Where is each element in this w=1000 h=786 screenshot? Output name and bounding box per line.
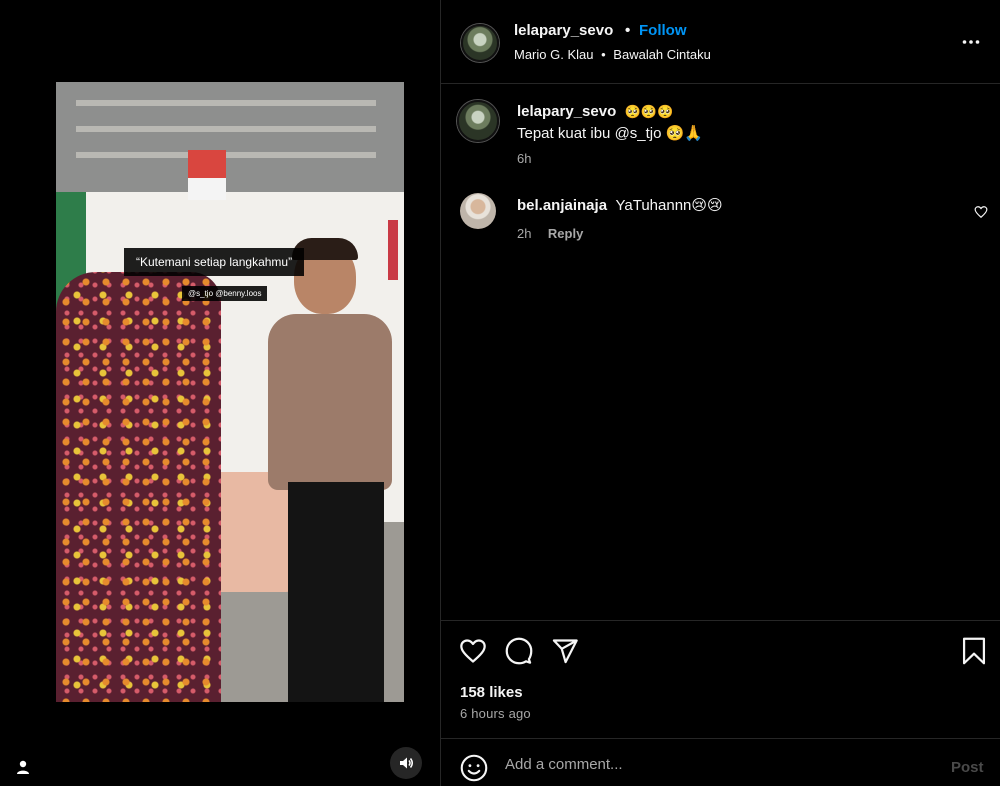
comment-emojis: 🥺🥺🥺 (624, 104, 674, 119)
heart-icon (459, 637, 487, 665)
comment-time[interactable]: 6h (517, 151, 531, 166)
audio-title[interactable]: Bawalah Cintaku (613, 47, 711, 62)
comment-like-button[interactable] (974, 205, 988, 219)
video-scene-ceiling (56, 82, 404, 192)
comment-username[interactable]: bel.anjainaja (517, 197, 607, 214)
user-tag-icon[interactable] (14, 758, 32, 776)
comment-button[interactable] (505, 637, 533, 665)
audio-artist[interactable]: Mario G. Klau (514, 47, 593, 62)
sound-toggle-button[interactable] (390, 747, 422, 779)
comment-composer: Post (441, 738, 1000, 786)
comment-time[interactable]: 2h (517, 226, 531, 241)
save-button[interactable] (961, 637, 987, 665)
comment-line: bel.anjainaja YaTuhannn😢😢 (517, 196, 723, 215)
video-scene-beam (76, 100, 376, 106)
separator-dot: • (601, 47, 606, 62)
share-icon (551, 637, 579, 665)
avatar[interactable] (457, 100, 499, 142)
comment-text: Tepat kuat ibu @s_tjo 🥺🙏 (517, 125, 703, 142)
separator-dot: • (625, 22, 631, 39)
video-tag-overlay: @s_tjo @benny.loos (182, 286, 268, 301)
video-player[interactable]: “Kutemani setiap langkahmu” @s_tjo @benn… (56, 82, 404, 702)
video-scene-decoration (388, 220, 398, 280)
like-button[interactable] (459, 637, 487, 665)
media-pane: “Kutemani setiap langkahmu” @s_tjo @benn… (0, 0, 440, 786)
share-button[interactable] (551, 637, 579, 665)
follow-button[interactable]: Follow (639, 22, 687, 39)
post-author-username[interactable]: lelapary_sevo (514, 22, 613, 39)
heart-icon (974, 205, 988, 219)
video-scene-beam (76, 152, 376, 158)
emoji-button[interactable] (460, 754, 488, 782)
avatar[interactable] (461, 24, 499, 62)
video-scene-flag (188, 178, 226, 200)
video-scene-person-left (56, 272, 221, 702)
comment-username[interactable]: lelapary_sevo (517, 103, 616, 120)
avatar[interactable] (460, 193, 496, 229)
emoji-icon (460, 754, 488, 782)
comment-icon (505, 637, 533, 665)
comment-meta: 2h Reply (517, 225, 583, 243)
more-options-button[interactable] (961, 32, 981, 52)
comment-text: YaTuhannn😢😢 (615, 197, 723, 214)
comment-input[interactable] (503, 749, 927, 779)
sound-icon (398, 755, 414, 771)
video-scene-person-shirt (268, 314, 392, 490)
post-header: lelapary_sevo • Follow Mario G. Klau • B… (441, 0, 1000, 84)
audio-attribution: Mario G. Klau • Bawalah Cintaku (514, 47, 711, 62)
video-scene-person-pants (288, 482, 384, 702)
more-icon (961, 32, 981, 52)
post-info-pane: lelapary_sevo • Follow Mario G. Klau • B… (440, 0, 1000, 786)
bookmark-icon (961, 637, 987, 665)
likes-count[interactable]: 158 likes (460, 684, 523, 701)
comment-header: lelapary_sevo 🥺🥺🥺 (517, 103, 673, 121)
reply-button[interactable]: Reply (548, 226, 583, 241)
video-caption-overlay: “Kutemani setiap langkahmu” (124, 248, 305, 276)
video-scene-flag (188, 150, 226, 178)
post-comment-button[interactable]: Post (951, 759, 984, 776)
video-scene-beam (76, 126, 376, 132)
post-time[interactable]: 6 hours ago (460, 706, 531, 721)
